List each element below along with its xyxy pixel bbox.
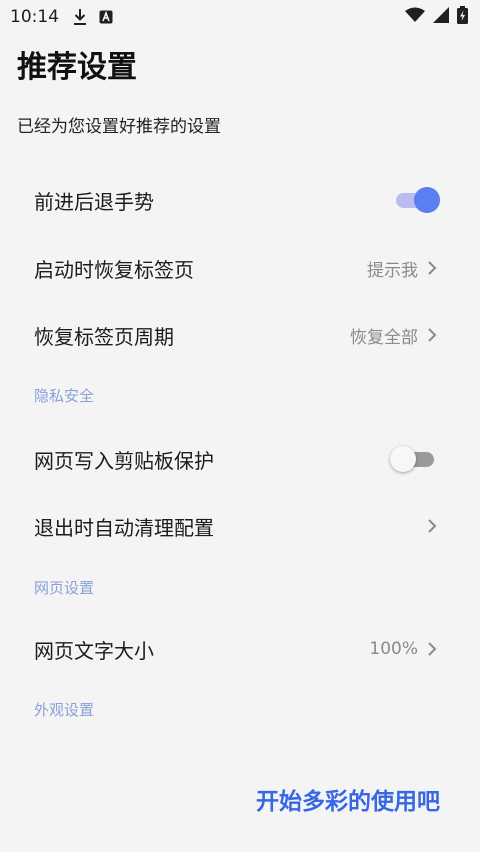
start-button[interactable]: 开始多彩的使用吧 (256, 778, 440, 820)
clipboard-protect-toggle[interactable] (390, 446, 438, 472)
gesture-toggle[interactable] (394, 187, 440, 213)
download-icon (73, 8, 87, 26)
settings-list[interactable]: 前进后退手势 启动时恢复标签页 提示我 恢复标签页周期 恢复全部 隐私安全 网页… (0, 168, 480, 762)
setting-label: 恢复标签页周期 (34, 324, 174, 349)
setting-row-gesture[interactable]: 前进后退手势 (0, 168, 480, 232)
page-subtitle: 已经为您设置好推荐的设置 (17, 117, 221, 137)
setting-control: 恢复全部 (350, 323, 438, 348)
wifi-icon (405, 7, 425, 28)
bottom-bar: 开始多彩的使用吧 (0, 762, 480, 852)
app-notification-icon (99, 10, 113, 24)
page-title: 推荐设置 (17, 50, 137, 85)
setting-label: 退出时自动清理配置 (34, 515, 214, 540)
setting-row-font-size[interactable]: 网页文字大小 100% (0, 617, 480, 681)
setting-control: 100% (369, 639, 438, 659)
section-header-web: 网页设置 (34, 579, 95, 597)
status-right (405, 5, 468, 29)
setting-row-clipboard-protect[interactable]: 网页写入剪贴板保护 (0, 427, 480, 491)
setting-control (394, 187, 440, 213)
section-header-appearance: 外观设置 (34, 701, 95, 719)
setting-row-restore-period[interactable]: 恢复标签页周期 恢复全部 (0, 303, 480, 367)
chevron-right-icon (426, 327, 438, 343)
setting-label: 网页文字大小 (34, 638, 154, 663)
setting-label: 前进后退手势 (34, 189, 154, 214)
battery-charging-icon (457, 5, 468, 29)
setting-value: 100% (369, 639, 418, 659)
chevron-right-icon (426, 641, 438, 657)
setting-control (426, 518, 438, 534)
setting-value: 恢复全部 (350, 327, 418, 348)
signal-icon (433, 6, 449, 28)
chevron-right-icon (426, 260, 438, 276)
status-bar: 10:14 (0, 0, 480, 34)
chevron-right-icon (426, 518, 438, 534)
status-time: 10:14 (10, 7, 59, 27)
setting-row-restore-on-start[interactable]: 启动时恢复标签页 提示我 (0, 236, 480, 300)
toggle-thumb (390, 446, 416, 472)
setting-control (390, 446, 438, 472)
toggle-thumb (414, 187, 440, 213)
setting-value: 提示我 (367, 260, 418, 281)
setting-control: 提示我 (367, 256, 438, 281)
setting-row-partial[interactable] (0, 748, 480, 762)
setting-label: 网页写入剪贴板保护 (34, 448, 214, 473)
setting-row-auto-clean[interactable]: 退出时自动清理配置 (0, 494, 480, 558)
setting-label: 启动时恢复标签页 (34, 257, 194, 282)
section-header-privacy: 隐私安全 (34, 387, 95, 405)
